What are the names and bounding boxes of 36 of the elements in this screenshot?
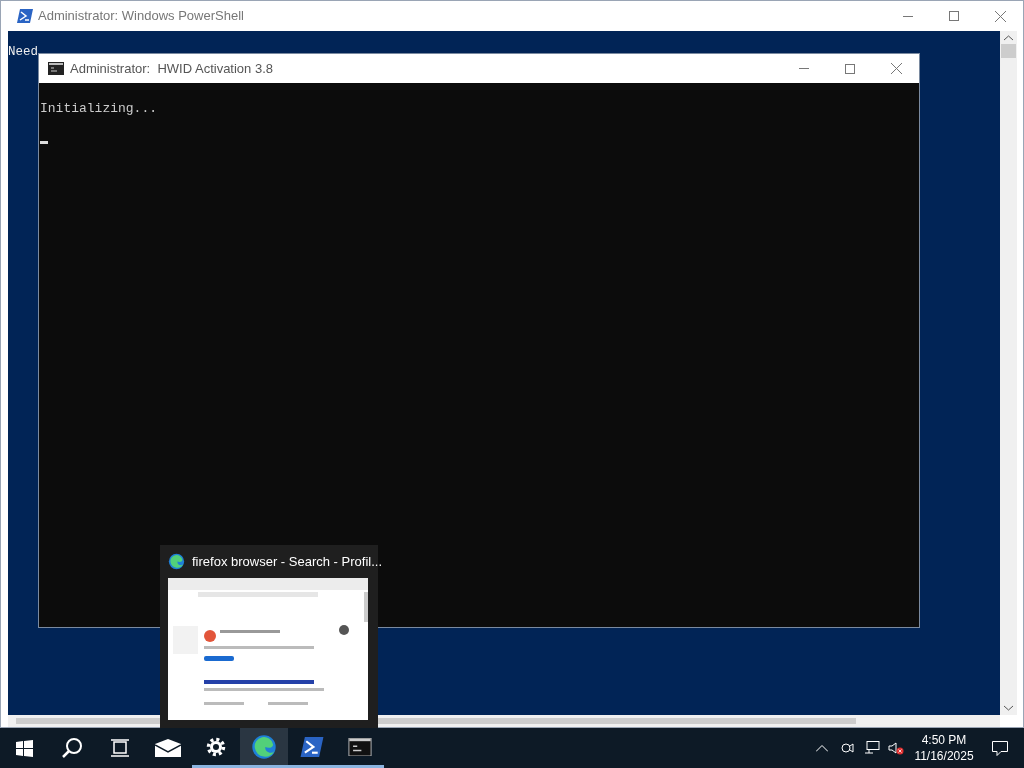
maximize-icon [845, 63, 855, 74]
muted-speaker-icon[interactable] [888, 741, 904, 755]
clock-time: 4:50 PM [921, 732, 967, 748]
minimize-icon [903, 15, 913, 17]
minimize-icon [799, 68, 809, 69]
browser-icon [251, 733, 277, 760]
close-icon [890, 63, 902, 74]
vertical-scrollbar[interactable] [1000, 31, 1017, 715]
preview-title: firefox browser - Search - Profil... [192, 552, 382, 571]
close-icon [994, 10, 1006, 22]
maximize-icon [949, 11, 959, 21]
gear-icon [205, 735, 227, 758]
chevron-up-icon[interactable] [816, 744, 828, 752]
window-title: Administrator: Windows PowerShell [38, 7, 244, 26]
browser-icon [168, 553, 185, 570]
console-line: Initializing... [40, 100, 158, 118]
search-icon [61, 737, 83, 759]
text-cursor [40, 140, 48, 144]
console-icon [48, 62, 64, 75]
clock[interactable]: 4:50 PM 11/16/2025 [912, 732, 976, 764]
powershell-icon [300, 736, 324, 757]
notification-icon[interactable] [992, 740, 1008, 756]
network-icon[interactable] [864, 741, 880, 755]
clock-date: 11/16/2025 [914, 748, 974, 764]
console-icon [348, 737, 372, 756]
task-view-icon [111, 739, 129, 757]
scroll-up-icon [1004, 35, 1013, 41]
window-title: Administrator: HWID Activation 3.8 [70, 59, 273, 78]
powershell-icon [17, 9, 33, 23]
mail-icon [155, 739, 181, 757]
scroll-thumb[interactable] [1001, 44, 1016, 58]
help-text: Need [8, 45, 38, 59]
windows-logo-icon [15, 739, 33, 757]
taskbar-button[interactable] [240, 728, 288, 768]
camera-icon[interactable] [840, 741, 854, 755]
scroll-down-icon [1004, 705, 1013, 711]
